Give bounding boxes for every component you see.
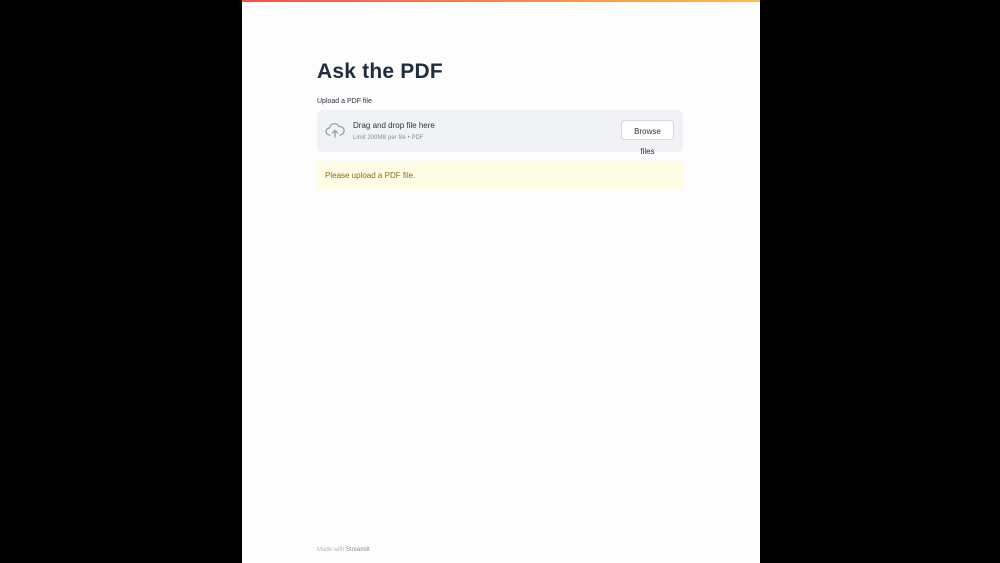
- file-uploader-label: Upload a PDF file: [317, 98, 372, 105]
- warning-alert: Please upload a PDF file.: [317, 161, 683, 189]
- footer-made-with: Made with: [317, 547, 345, 553]
- page-title: Ask the PDF: [317, 60, 443, 83]
- dropzone-limit-text: Limit 200MB per file • PDF: [353, 135, 424, 141]
- top-decoration-bar: [242, 0, 760, 2]
- file-dropzone[interactable]: Drag and drop file here Limit 200MB per …: [317, 110, 683, 156]
- app-container: Ask the PDF Upload a PDF file Drag and d…: [242, 0, 760, 563]
- cloud-upload-icon: [325, 121, 345, 139]
- warning-message: Please upload a PDF file.: [325, 171, 416, 180]
- dropzone-instructions: Drag and drop file here: [353, 121, 435, 130]
- streamlit-link[interactable]: Streamlit: [346, 547, 370, 553]
- footer: Made with Streamlit: [317, 547, 370, 553]
- browse-files-button[interactable]: Browse files: [621, 120, 674, 156]
